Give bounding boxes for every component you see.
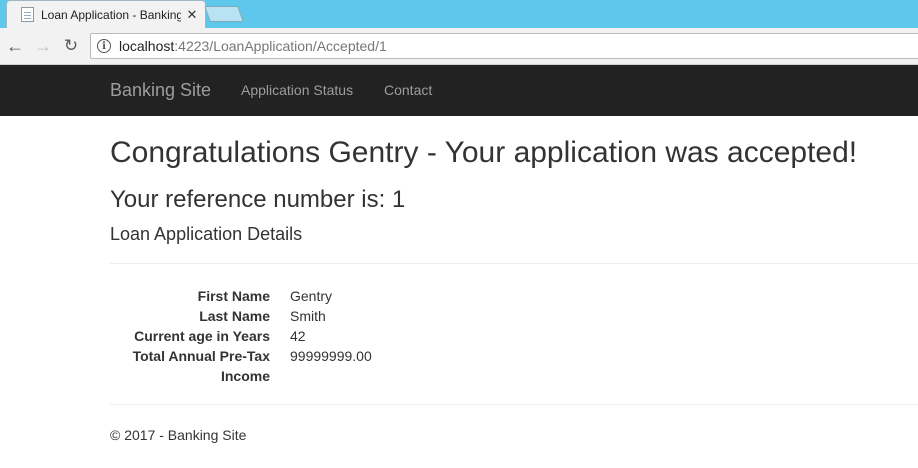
detail-label: Last Name <box>199 308 270 324</box>
footer-copyright: © 2017 - Banking Site <box>110 427 247 443</box>
detail-value: Gentry <box>290 288 333 304</box>
nav-link-application-status[interactable]: Application Status <box>241 82 353 98</box>
page-favicon-icon <box>21 7 34 22</box>
detail-label: Current age in Years <box>134 328 270 344</box>
section-title: Loan Application Details <box>110 224 303 244</box>
detail-row-age: Current age in Years 42 <box>110 326 810 346</box>
page-title: Congratulations Gentry - Your applicatio… <box>110 136 858 169</box>
detail-row-last-name: Last Name Smith <box>110 306 810 326</box>
reload-icon[interactable]: ↻ <box>60 35 82 57</box>
tab-strip: Loan Application - Banking Site ✕ <box>0 0 918 28</box>
detail-row-first-name: First Name Gentry <box>110 286 810 306</box>
browser-tab[interactable]: Loan Application - Banking Site ✕ <box>6 0 206 28</box>
close-tab-icon[interactable]: ✕ <box>185 7 199 22</box>
detail-value: Smith <box>290 308 326 324</box>
new-tab-button[interactable] <box>204 6 244 22</box>
url-text[interactable]: localhost:4223/LoanApplication/Accepted/… <box>119 38 387 54</box>
nav-link-contact[interactable]: Contact <box>384 82 432 98</box>
brand-link[interactable]: Banking Site <box>110 80 211 101</box>
reference-number: Your reference number is: 1 <box>110 186 406 213</box>
url-host: localhost <box>119 38 175 54</box>
url-path: :4223/LoanApplication/Accepted/1 <box>174 38 387 54</box>
divider <box>110 263 918 264</box>
site-navbar: Banking Site Application Status Contact <box>0 65 918 116</box>
address-bar[interactable]: i localhost:4223/LoanApplication/Accepte… <box>90 33 918 59</box>
browser-toolbar: ← → ↻ i localhost:4223/LoanApplication/A… <box>0 28 918 65</box>
details-list: First Name Gentry Last Name Smith Curren… <box>110 286 810 386</box>
detail-label: First Name <box>197 288 270 304</box>
detail-row-income: Total Annual Pre-Tax Income 99999999.00 <box>110 346 810 386</box>
footer-divider <box>110 404 918 405</box>
back-arrow-icon[interactable]: ← <box>4 35 26 57</box>
detail-value: 42 <box>290 328 306 344</box>
forward-arrow-icon[interactable]: → <box>32 35 54 57</box>
site-info-icon[interactable]: i <box>97 39 111 53</box>
tab-title: Loan Application - Banking Site <box>41 7 181 22</box>
detail-label: Total Annual Pre-Tax Income <box>132 348 270 384</box>
detail-value: 99999999.00 <box>290 348 372 364</box>
